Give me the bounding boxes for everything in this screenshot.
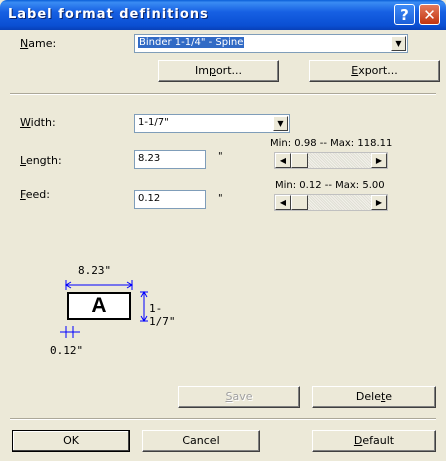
scroll-thumb[interactable] (291, 195, 308, 210)
name-value: Binder 1-1/4" - Spine (138, 37, 245, 48)
length-input[interactable]: 8.23 (134, 150, 206, 169)
length-unit: " (218, 151, 223, 162)
export-button[interactable]: Export... (309, 60, 440, 82)
preview-label-box: A (67, 292, 131, 320)
window-title: Label format definitions (8, 7, 209, 22)
label-format-dialog: Label format definitions ? ✕ Name: Binde… (0, 0, 446, 461)
feed-label: Feed: (20, 188, 50, 201)
delete-button[interactable]: Delete (312, 386, 436, 408)
scroll-left-icon[interactable]: ◀ (275, 153, 291, 168)
preview-feed-label: 0.12" (50, 344, 84, 357)
feed-range: Min: 0.12 -- Max: 5.00 (275, 180, 385, 191)
width-label: Width: (20, 116, 56, 129)
separator-bottom (10, 418, 436, 420)
cancel-button[interactable]: Cancel (142, 430, 260, 452)
feed-scrollbar[interactable]: ◀ ▶ (274, 194, 388, 211)
length-range: Min: 0.98 -- Max: 118.11 (270, 138, 393, 149)
chevron-down-icon[interactable]: ▼ (273, 116, 288, 131)
preview-width-label: 1-1/7" (149, 302, 176, 328)
save-button[interactable]: Save (178, 386, 300, 408)
width-dropdown[interactable]: 1-1/7" ▼ (134, 114, 290, 133)
scroll-right-icon[interactable]: ▶ (371, 153, 387, 168)
help-button[interactable]: ? (394, 4, 415, 25)
separator-top (10, 93, 436, 95)
length-scrollbar[interactable]: ◀ ▶ (274, 152, 388, 169)
close-icon: ✕ (423, 6, 436, 24)
name-dropdown[interactable]: Binder 1-1/4" - Spine ▼ (134, 34, 408, 53)
help-icon: ? (400, 6, 409, 24)
name-label: Name: (20, 37, 57, 50)
import-button[interactable]: Import... (158, 60, 279, 82)
length-label: Length: (20, 154, 62, 167)
ok-button[interactable]: OK (12, 430, 130, 452)
feed-input[interactable]: 0.12 (134, 190, 206, 209)
feed-unit: " (218, 193, 223, 204)
close-button[interactable]: ✕ (419, 4, 440, 25)
scroll-right-icon[interactable]: ▶ (371, 195, 387, 210)
scroll-left-icon[interactable]: ◀ (275, 195, 291, 210)
scroll-thumb[interactable] (291, 153, 308, 168)
title-bar[interactable]: Label format definitions ? ✕ (0, 0, 446, 30)
width-value: 1-1/7" (138, 117, 169, 128)
default-button[interactable]: Default (312, 430, 436, 452)
chevron-down-icon[interactable]: ▼ (391, 36, 406, 51)
